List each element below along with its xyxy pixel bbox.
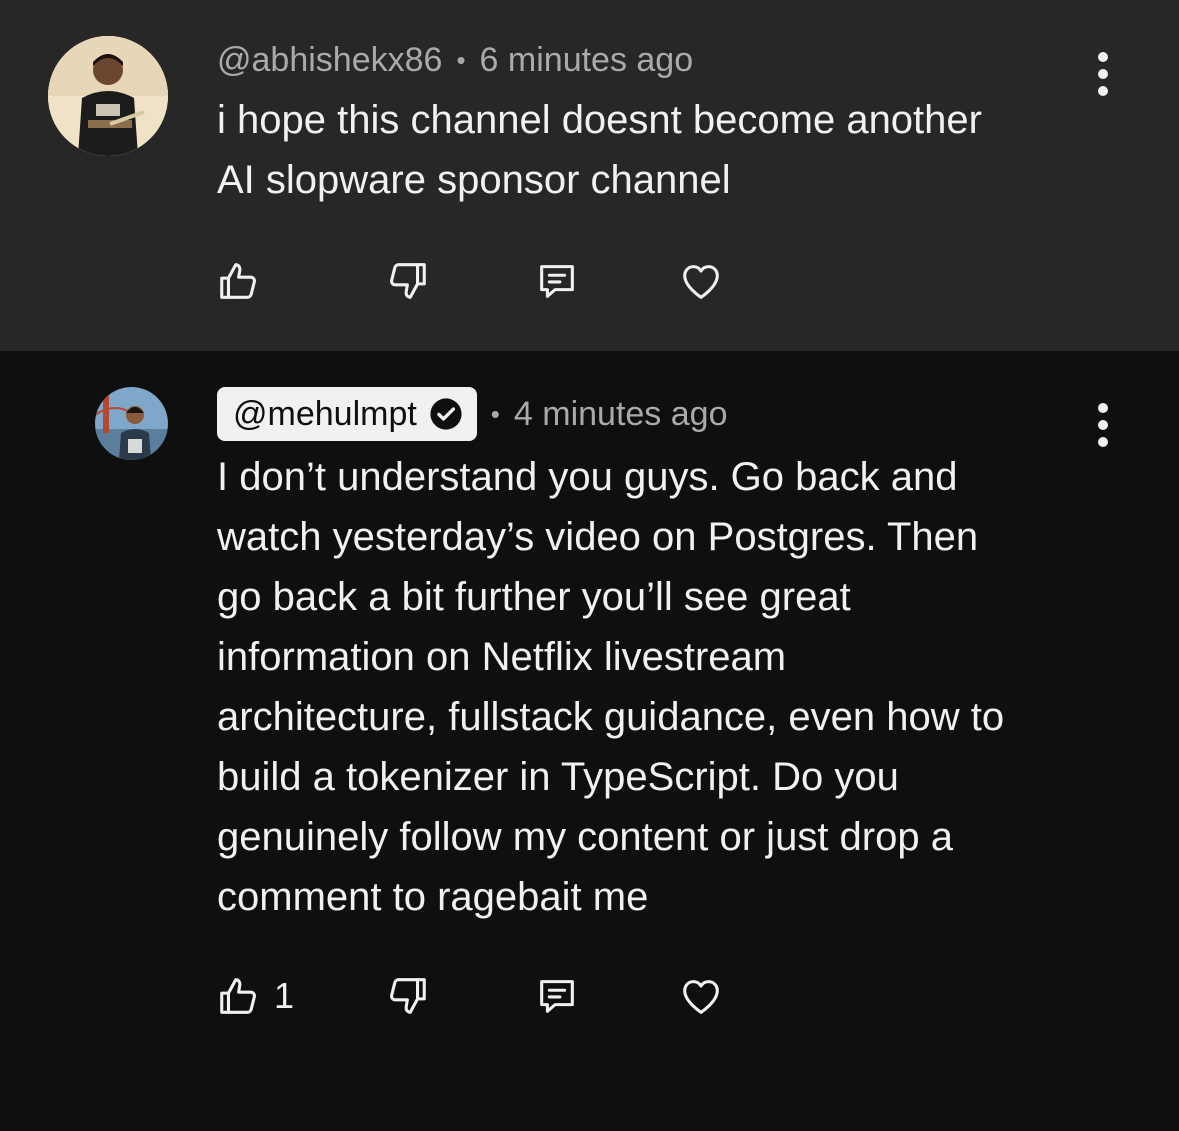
comment-text: i hope this channel doesnt become anothe… <box>217 98 982 202</box>
heart-button[interactable] <box>678 971 724 1021</box>
avatar[interactable] <box>48 36 168 156</box>
reply-icon <box>540 980 574 1013</box>
avatar-image <box>48 36 168 156</box>
meta-separator: • <box>456 44 466 75</box>
dislike-button[interactable] <box>384 256 430 306</box>
reply-button[interactable] <box>534 971 580 1021</box>
like-button[interactable]: 1 <box>216 971 294 1021</box>
heart-icon <box>683 265 719 299</box>
avatar-image <box>95 387 168 460</box>
more-vert-icon[interactable] <box>1091 52 1115 96</box>
thumbs-down-icon <box>390 263 426 299</box>
like-button[interactable] <box>216 256 274 306</box>
more-vert-icon[interactable] <box>1091 403 1115 447</box>
comment-2: @mehulmpt • 4 minutes ago I don’t unders… <box>0 351 1179 1131</box>
comment-author[interactable]: @abhishekx86 <box>217 41 442 80</box>
meta-separator: • <box>490 398 500 429</box>
thumbs-up-icon <box>220 263 256 299</box>
like-count: 1 <box>274 975 295 1016</box>
author-chip[interactable]: @mehulmpt <box>217 387 477 441</box>
reply-icon <box>540 265 574 298</box>
comment-time[interactable]: 6 minutes ago <box>480 41 694 80</box>
thumbs-down-icon <box>390 978 426 1014</box>
avatar[interactable] <box>95 387 168 460</box>
comment-time[interactable]: 4 minutes ago <box>514 395 728 434</box>
comment-author[interactable]: @mehulmpt <box>233 395 417 434</box>
heart-button[interactable] <box>678 256 724 306</box>
comment-meta: @abhishekx86 • 6 minutes ago <box>217 38 693 82</box>
reply-button[interactable] <box>534 256 580 306</box>
comment-meta: @mehulmpt • 4 minutes ago <box>217 387 728 441</box>
comment-1: @abhishekx86 • 6 minutes ago i hope this… <box>0 0 1179 351</box>
dislike-button[interactable] <box>384 971 430 1021</box>
thumbs-up-icon <box>220 978 256 1014</box>
verified-check-icon <box>430 398 462 430</box>
heart-icon <box>683 980 719 1014</box>
comment-text: I don’t understand you guys. Go back and… <box>217 455 1005 919</box>
